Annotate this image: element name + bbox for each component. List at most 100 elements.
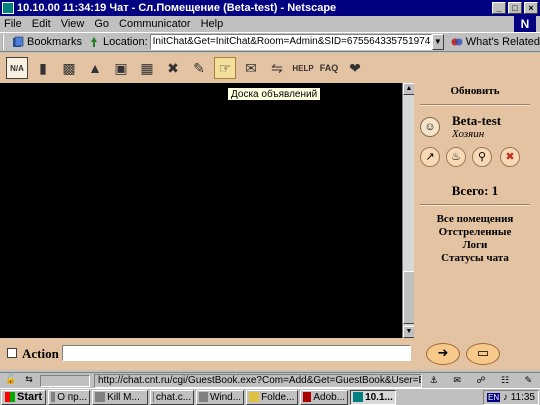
whats-related-button[interactable]: What's Related <box>450 36 540 48</box>
taskbar-item-label: chat.c... <box>156 391 192 403</box>
heart-icon[interactable]: ❤ <box>344 57 366 79</box>
divider <box>420 204 530 206</box>
toolbar-grip[interactable] <box>2 34 10 50</box>
users-total: Всего: 1 <box>451 183 499 198</box>
send-icon[interactable]: ➜ <box>426 343 460 365</box>
location-label: Location: <box>102 36 148 48</box>
menu-go[interactable]: Go <box>94 18 109 30</box>
private-message-icon[interactable]: ↗ <box>420 147 440 167</box>
app-icon <box>353 392 364 402</box>
na-icon[interactable]: N/A <box>6 57 28 79</box>
location-field[interactable]: InitChat&Get=InitChat&Room=Admin&SID=675… <box>149 34 432 50</box>
action-label: Action <box>22 346 59 361</box>
menu-bar: File Edit View Go Communicator Help N <box>0 16 540 32</box>
speaker-icon[interactable]: ♪ <box>503 392 508 403</box>
mail-icon[interactable]: ✉ <box>453 376 461 386</box>
user-role: Хозяин <box>452 128 485 140</box>
menu-file[interactable]: File <box>4 18 22 30</box>
bulletin-board-icon[interactable]: ☞ <box>214 57 236 79</box>
user-row: ☺ Beta-test Хозяин <box>420 113 538 143</box>
menu-communicator[interactable]: Communicator <box>119 18 191 30</box>
taskbar-item-label: 10.1... <box>365 391 393 403</box>
bag-icon[interactable]: ▲ <box>84 57 106 79</box>
bookmarks-button[interactable]: Bookmarks <box>12 36 82 48</box>
app-icon <box>51 392 56 402</box>
folder-icon <box>249 392 260 402</box>
kick-user-icon[interactable]: ✖ <box>500 147 520 167</box>
tools-icon[interactable]: ✖ <box>162 57 184 79</box>
action-bar: Action ➜ ▭ <box>0 338 540 370</box>
help-icon[interactable]: HELP <box>292 57 314 79</box>
title-bar: 10.10.00 11:34:19 Чат - Сл.Помещение (Be… <box>0 0 540 16</box>
app-icon <box>2 2 14 14</box>
user-name[interactable]: Beta-test <box>452 113 501 129</box>
taskbar-item[interactable]: Folde... <box>246 389 299 405</box>
taskbar-item-label: Folde... <box>261 391 295 403</box>
book-icon[interactable]: ▩ <box>58 57 80 79</box>
chat-toolbar: N/A ▮ ▩ ▲ ▣ ▦ ✖ ✎ ☞ ✉ ⇋ HELP FAQ ❤ <box>0 53 540 83</box>
link-all-rooms[interactable]: Все помещения <box>414 213 536 226</box>
language-indicator[interactable]: EN <box>487 393 501 402</box>
taskbar-item[interactable]: Wind... <box>196 389 245 405</box>
location-toolbar: Bookmarks Location: InitChat&Get=InitCha… <box>0 32 540 52</box>
status-bar: 🔓 ⇆ http://chat.cnt.ru/cgi/GuestBook.exe… <box>0 372 540 388</box>
composer-icon[interactable]: ✎ <box>525 376 533 386</box>
taskbar-item-label: Wind... <box>209 391 242 403</box>
clock[interactable]: 11:35 <box>511 392 535 403</box>
bookmark-icon <box>12 36 24 47</box>
avatar-icon[interactable]: ☺ <box>420 117 440 137</box>
maximize-button[interactable]: □ <box>508 2 522 14</box>
newsgroup-icon[interactable]: ☍ <box>476 376 485 386</box>
taskbar-item-label: Adob... <box>313 391 346 403</box>
cash-register-icon[interactable]: ▦ <box>136 57 158 79</box>
taskbar-item-active[interactable]: 10.1... <box>350 389 397 405</box>
taskbar-item[interactable]: Kill M... <box>92 389 149 405</box>
netscape-logo-icon: N <box>514 16 536 32</box>
address-book-icon[interactable]: ☷ <box>501 376 509 386</box>
app-icon <box>153 392 155 402</box>
minimize-button[interactable]: _ <box>492 2 506 14</box>
taskbar-item-label: Kill M... <box>107 391 140 403</box>
handshake-icon[interactable]: ⇋ <box>266 57 288 79</box>
windows-logo-icon <box>5 392 15 402</box>
taskbar-item-label: О пр... <box>57 391 88 403</box>
start-label: Start <box>17 390 43 403</box>
system-tray: EN ♪ 11:35 <box>483 390 539 405</box>
info-search-icon[interactable]: ⚲ <box>472 147 492 167</box>
link-chat-statuses[interactable]: Статусы чата <box>414 252 536 265</box>
start-button[interactable]: Start <box>1 389 47 405</box>
navigator-icon[interactable]: ⚓ <box>430 376 438 386</box>
close-button[interactable]: × <box>524 2 538 14</box>
action-checkbox[interactable] <box>7 348 17 358</box>
link-banned[interactable]: Отстреленные <box>414 226 536 239</box>
chat-scrollbar[interactable]: ▲ ▼ <box>402 83 415 338</box>
pen-icon[interactable]: ✎ <box>188 57 210 79</box>
related-icon <box>451 38 463 46</box>
bottle-icon[interactable]: ▮ <box>32 57 54 79</box>
taskbar-item[interactable]: О пр... <box>48 389 91 405</box>
user-panel: Обновить ☺ Beta-test Хозяин ↗ ♨ ⚲ ✖ Всег… <box>414 83 540 338</box>
chat-messages-area[interactable] <box>0 83 402 338</box>
menu-view[interactable]: View <box>61 18 85 30</box>
taskbar-item[interactable]: chat.c... <box>150 389 195 405</box>
menu-edit[interactable]: Edit <box>32 18 51 30</box>
link-logs[interactable]: Логи <box>414 239 536 252</box>
taskbar-item[interactable]: Adob... <box>300 389 349 405</box>
menu-help[interactable]: Help <box>201 18 224 30</box>
window-title: 10.10.00 11:34:19 Чат - Сл.Помещение (Be… <box>17 2 337 14</box>
location-dropdown-icon[interactable]: ▼ <box>431 34 444 50</box>
message-input[interactable] <box>62 345 411 361</box>
tooltip: Доска объявлений <box>227 87 322 101</box>
divider <box>420 104 530 106</box>
envelope-icon[interactable]: ✉ <box>240 57 262 79</box>
security-lock-icon[interactable]: 🔓 <box>4 375 18 387</box>
faq-icon[interactable]: FAQ <box>318 57 340 79</box>
camera-icon[interactable]: ▣ <box>110 57 132 79</box>
bookmarks-label: Bookmarks <box>26 36 83 48</box>
ignore-icon[interactable]: ♨ <box>446 147 466 167</box>
update-link[interactable]: Обновить <box>414 85 536 97</box>
app-icon <box>303 392 312 402</box>
whats-related-label: What's Related <box>465 36 540 48</box>
online-status-icon: ⇆ <box>25 374 33 385</box>
clear-eraser-icon[interactable]: ▭ <box>466 343 500 365</box>
